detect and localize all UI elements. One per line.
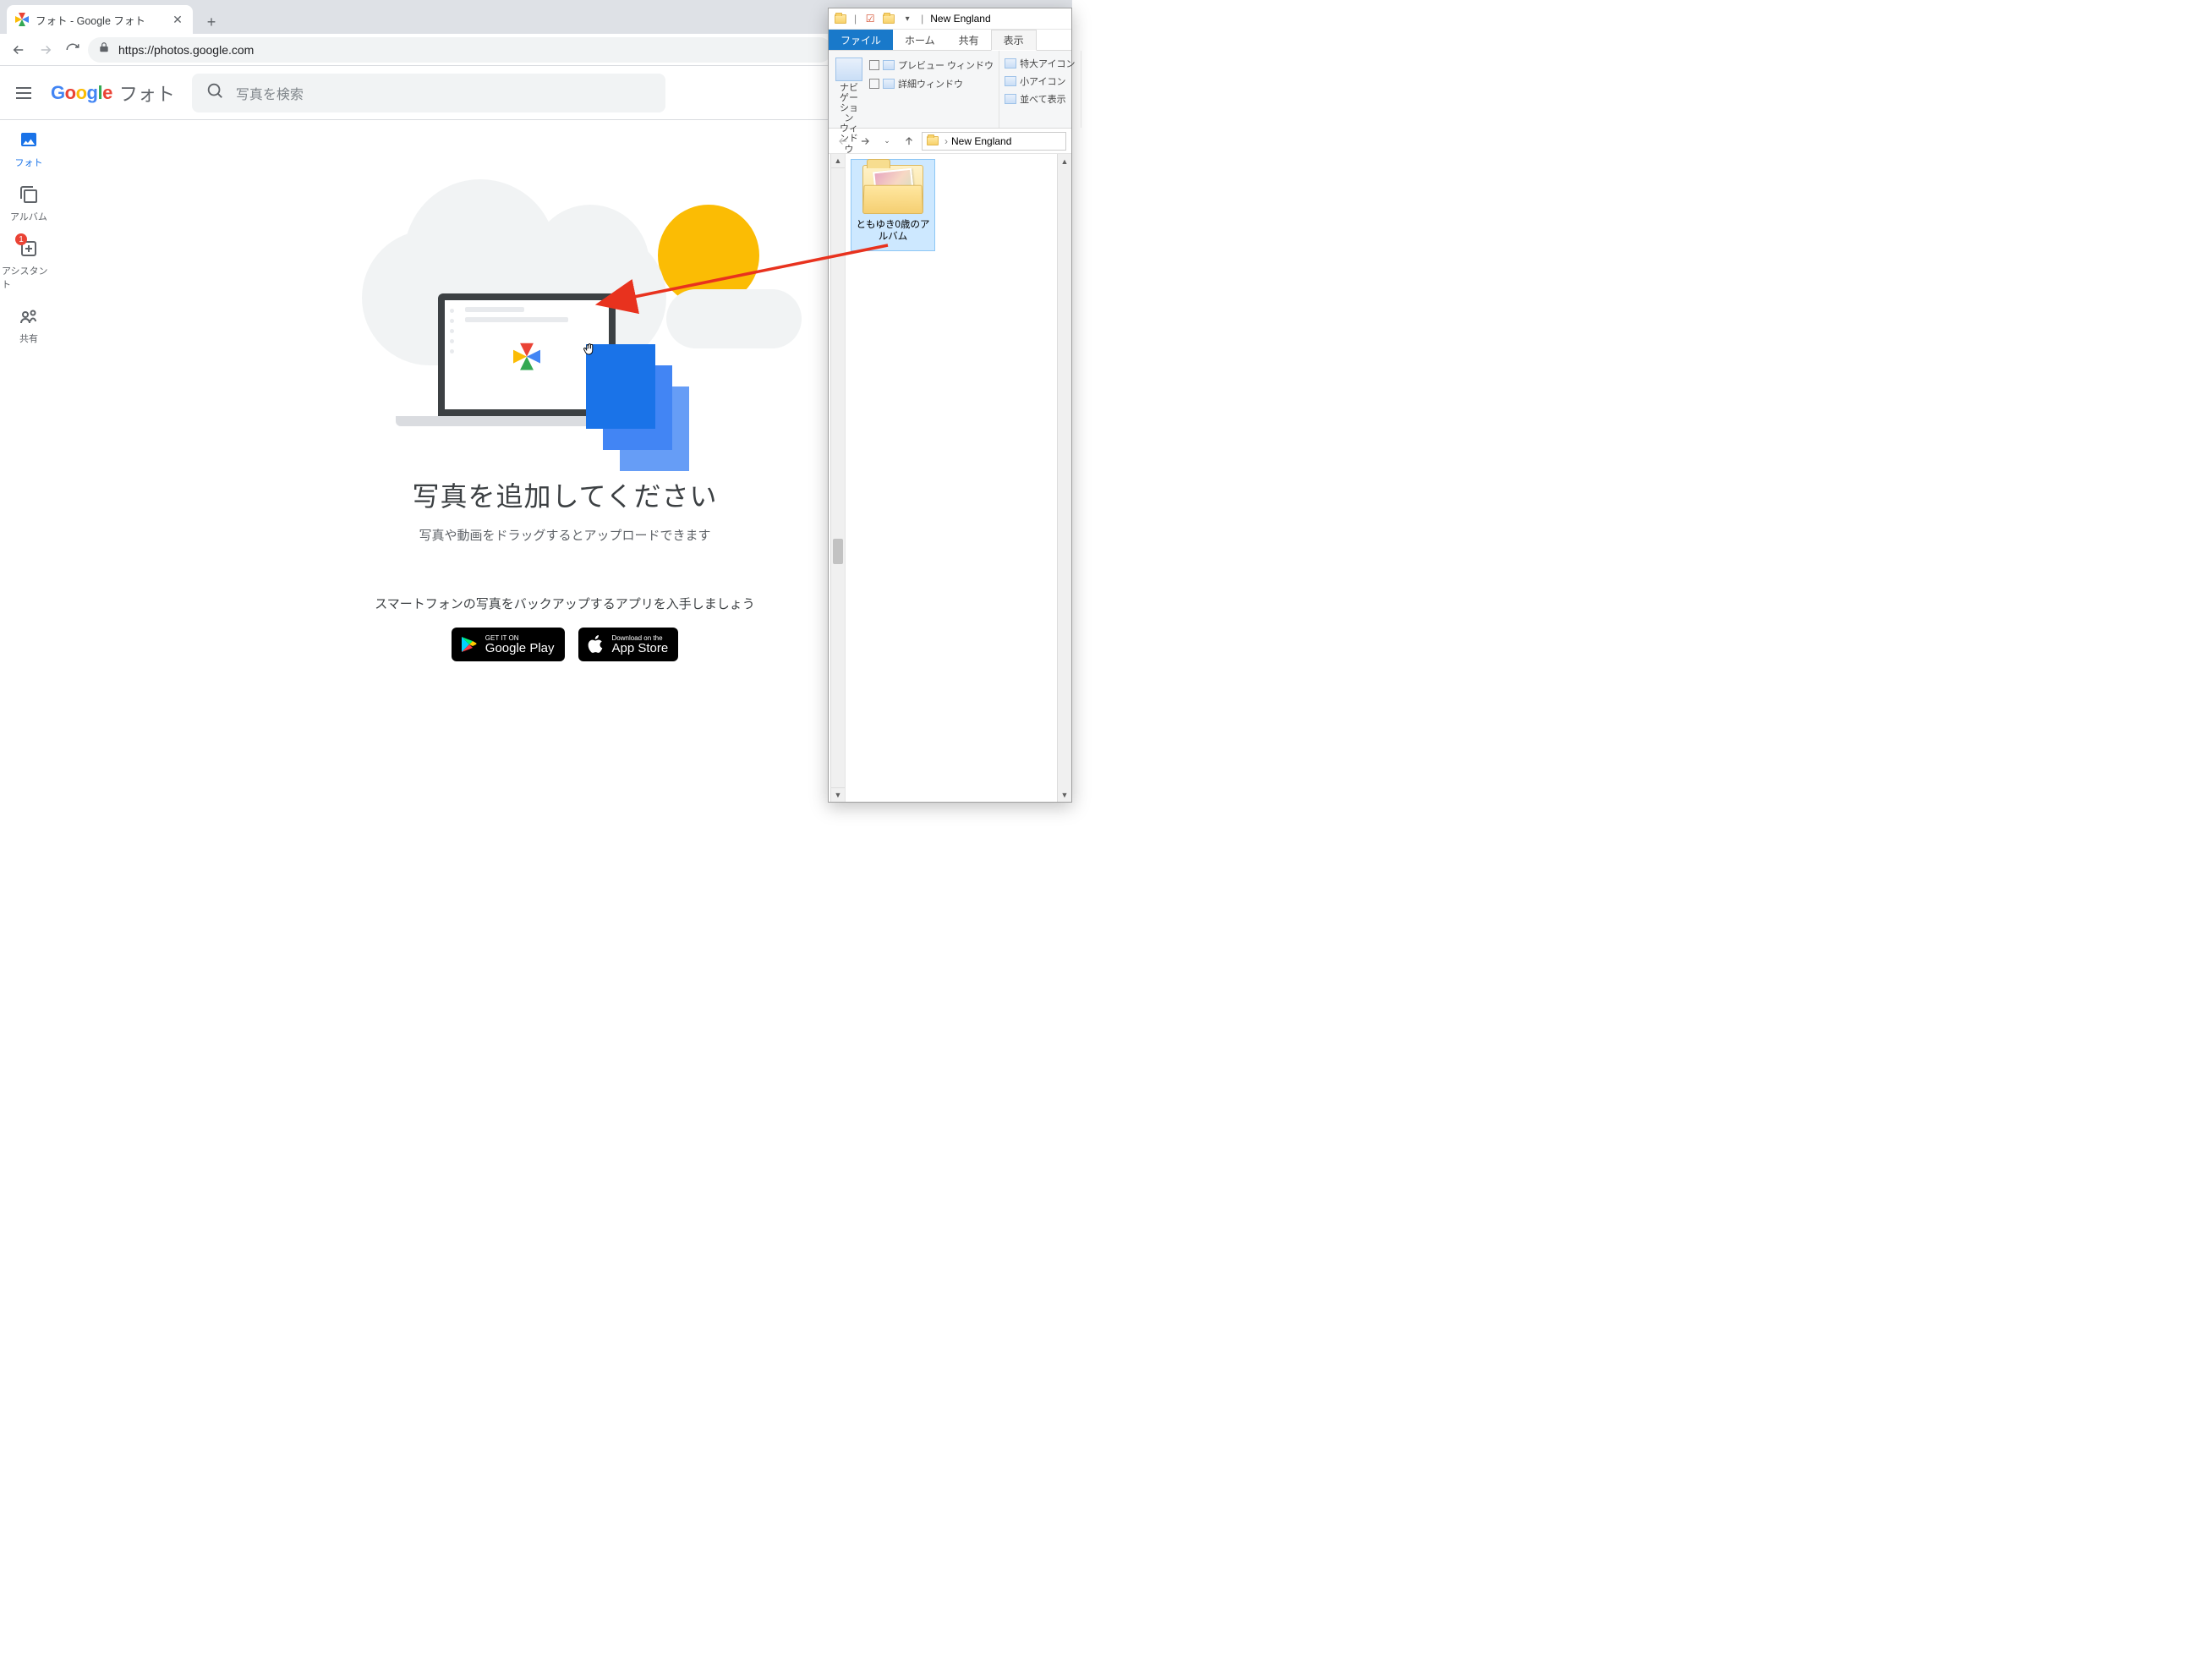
navigation-pane-icon <box>835 58 862 81</box>
breadcrumb[interactable]: ›New England <box>944 135 1011 147</box>
browser-tab-title: フォト - Google フォト <box>36 12 164 28</box>
address-bar-url: https://photos.google.com <box>118 43 254 57</box>
sidebar-item-sharing[interactable]: 共有 <box>2 306 56 345</box>
logo-product-name: フォト <box>119 79 175 107</box>
layout-tiles[interactable]: 並べて表示 <box>1005 91 1075 107</box>
google-photos-favicon <box>15 13 29 26</box>
qat-new-folder-icon[interactable] <box>882 12 895 25</box>
sidebar-item-albums[interactable]: アルバム <box>2 184 56 223</box>
explorer-forward-button[interactable] <box>856 132 874 151</box>
nav-pane-scrollbar[interactable]: ▲ ▼ <box>830 154 845 802</box>
ribbon-tab-home[interactable]: ホーム <box>893 30 947 50</box>
explorer-window-title: New England <box>930 13 990 25</box>
folder-icon <box>926 134 939 148</box>
grab-cursor-icon <box>582 342 597 361</box>
empty-state-title: 写真を追加してください <box>412 475 717 514</box>
scroll-up-icon[interactable]: ▲ <box>831 154 845 168</box>
ribbon-tabs: ファイル ホーム 共有 表示 <box>829 30 1071 51</box>
sharing-icon <box>19 306 39 326</box>
items-scrollbar[interactable]: ▲ ▼ <box>1057 154 1071 802</box>
explorer-window[interactable]: | ☑ ▾ | New England ファイル ホーム 共有 表示 ナビゲーシ… <box>828 8 1072 803</box>
preview-pane-toggle[interactable]: プレビュー ウィンドウ <box>869 58 994 73</box>
sidebar-item-label: アルバム <box>10 210 47 223</box>
folder-icon <box>834 12 847 25</box>
ribbon-body: ナビゲーション ウィンドウ ▼ プレビュー ウィンドウ 詳細ウィンドウ ペイン … <box>829 51 1071 129</box>
qat-properties-icon[interactable]: ☑ <box>863 12 877 25</box>
explorer-address-box[interactable]: ›New England <box>922 132 1066 151</box>
explorer-back-button[interactable] <box>834 132 852 151</box>
scrollbar-thumb[interactable] <box>833 539 843 564</box>
ribbon-tab-view[interactable]: 表示 <box>991 30 1037 51</box>
ribbon-group-layout: 特大アイコン 小アイコン 並べて表示 <box>999 51 1081 128</box>
explorer-title-bar[interactable]: | ☑ ▾ | New England <box>829 8 1071 30</box>
folder-thumbnail <box>862 165 923 214</box>
layout-extra-large-icons[interactable]: 特大アイコン <box>1005 56 1075 71</box>
forward-button[interactable] <box>34 38 57 62</box>
app-store-big-text: App Store <box>612 642 669 655</box>
layout-small-icons[interactable]: 小アイコン <box>1005 74 1075 89</box>
tiles-icon <box>1005 94 1016 104</box>
explorer-nav-pane[interactable]: ▲ ▼ <box>829 154 846 802</box>
explorer-up-button[interactable] <box>900 132 918 151</box>
sidebar-item-label: 共有 <box>19 332 38 345</box>
google-photos-logo[interactable]: Google フォト <box>51 79 175 107</box>
new-tab-button[interactable]: + <box>200 10 223 34</box>
search-icon <box>205 81 224 104</box>
search-box[interactable]: 写真を検索 <box>192 74 665 112</box>
sidebar-item-label: アシスタント <box>2 264 56 291</box>
ribbon-tab-file[interactable]: ファイル <box>829 30 893 50</box>
reload-button[interactable] <box>61 38 85 62</box>
sidebar: フォト アルバム 1 アシスタント 共有 <box>0 120 57 815</box>
search-placeholder: 写真を検索 <box>236 83 304 103</box>
folder-item[interactable]: ともゆき0歳のアルバム <box>851 159 935 251</box>
empty-state-cta: スマートフォンの写真をバックアップするアプリを入手しましょう <box>375 595 755 612</box>
store-badges: GET IT ON Google Play Download on the Ap… <box>452 628 678 661</box>
qat-customize-icon[interactable]: ▾ <box>901 12 914 25</box>
ribbon-tab-share[interactable]: 共有 <box>947 30 991 50</box>
sidebar-item-photos[interactable]: フォト <box>2 130 56 169</box>
sidebar-item-assistant[interactable]: 1 アシスタント <box>2 238 56 291</box>
scroll-down-icon[interactable]: ▼ <box>1058 787 1071 802</box>
explorer-content: ▲ ▼ ともゆき0歳のアルバム ▲ ▼ <box>829 154 1071 802</box>
app-store-badge[interactable]: Download on the App Store <box>578 628 679 661</box>
tab-close-icon[interactable]: ✕ <box>171 13 184 26</box>
google-play-big-text: Google Play <box>485 642 555 655</box>
back-button[interactable] <box>7 38 30 62</box>
extra-large-icons-icon <box>1005 58 1016 69</box>
details-pane-toggle[interactable]: 詳細ウィンドウ <box>869 76 994 91</box>
explorer-history-button[interactable]: ⌄ <box>878 132 896 151</box>
scroll-up-icon[interactable]: ▲ <box>1058 154 1071 168</box>
apple-icon <box>585 634 605 655</box>
google-play-icon <box>458 634 479 655</box>
google-play-badge[interactable]: GET IT ON Google Play <box>452 628 565 661</box>
folder-item-label: ともゆき0歳のアルバム <box>855 219 931 244</box>
sidebar-item-label: フォト <box>15 156 43 169</box>
address-bar[interactable]: https://photos.google.com <box>88 37 832 63</box>
explorer-items-view[interactable]: ともゆき0歳のアルバム ▲ ▼ <box>846 154 1071 802</box>
google-wordmark: Google <box>51 82 112 104</box>
small-icons-icon <box>1005 76 1016 86</box>
assistant-badge: 1 <box>15 233 27 245</box>
photos-icon <box>19 130 39 151</box>
lock-icon <box>98 41 110 58</box>
explorer-address-bar: ⌄ ›New England <box>829 129 1071 154</box>
ribbon-group-panes: ナビゲーション ウィンドウ ▼ プレビュー ウィンドウ 詳細ウィンドウ ペイン <box>829 51 999 128</box>
albums-icon <box>19 184 39 205</box>
empty-state-illustration <box>328 179 802 450</box>
scroll-down-icon[interactable]: ▼ <box>831 787 845 802</box>
browser-tab[interactable]: フォト - Google フォト ✕ <box>7 5 193 34</box>
main-menu-button[interactable] <box>14 83 34 103</box>
empty-state-subtitle: 写真や動画をドラッグするとアップロードできます <box>419 526 710 544</box>
assistant-icon: 1 <box>19 238 39 259</box>
